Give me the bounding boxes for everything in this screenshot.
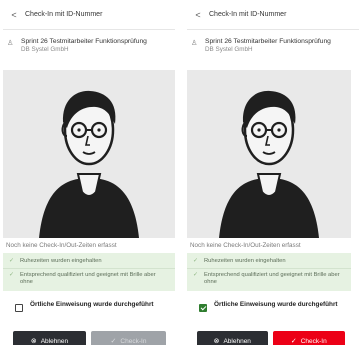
checkmark-icon: ✓ <box>290 338 297 345</box>
checkin-button-label: Check-In <box>120 337 147 345</box>
page-title: Check-In mit ID-Nummer <box>209 11 287 18</box>
checkin-button-label: Check-In <box>300 337 327 345</box>
check-icon: ✓ <box>9 258 15 264</box>
reject-button-label: Ablehnen <box>40 337 69 345</box>
briefing-label: Örtliche Einweisung wurde durchgeführt <box>30 301 154 308</box>
cancel-circle-icon: ⊗ <box>213 338 220 345</box>
back-chevron-icon[interactable]: < <box>187 10 209 20</box>
person-info: ♙ Sprint 26 Testmitarbeiter Funktionsprü… <box>3 30 175 70</box>
check-icon: ✓ <box>193 258 199 264</box>
check-item-label: Entsprechend qualifiziert und geeignet m… <box>20 272 156 285</box>
action-bar: ⊗ Ablehnen ✓ Check-In <box>187 331 351 345</box>
employee-photo <box>187 70 351 238</box>
header-bar: < Check-In mit ID-Nummer <box>187 0 359 30</box>
briefing-confirmation[interactable]: Örtliche Einweisung wurde durchgeführt <box>3 291 175 321</box>
checkin-button[interactable]: ✓ Check-In <box>91 331 166 345</box>
avatar-illustration <box>219 90 319 238</box>
employee-photo <box>3 70 175 238</box>
check-item-label: Ruhezeiten wurden eingehalten <box>20 258 102 264</box>
screen-before: < Check-In mit ID-Nummer ♙ Sprint 26 Tes… <box>3 0 175 345</box>
check-icon: ✓ <box>193 272 199 278</box>
person-company: DB Systel GmbH <box>21 46 69 53</box>
checkmark-icon: ✓ <box>110 338 117 345</box>
reject-button[interactable]: ⊗ Ablehnen <box>197 331 268 345</box>
check-item-label: Entsprechend qualifiziert und geeignet m… <box>204 272 340 285</box>
briefing-checkbox[interactable] <box>15 304 23 312</box>
avatar-illustration <box>39 90 139 238</box>
briefing-label: Örtliche Einweisung wurde durchgeführt <box>214 301 338 308</box>
header-bar: < Check-In mit ID-Nummer <box>3 0 175 30</box>
briefing-checkbox-checked[interactable] <box>199 304 207 312</box>
person-name: Sprint 26 Testmitarbeiter Funktionsprüfu… <box>21 38 147 45</box>
person-info: ♙ Sprint 26 Testmitarbeiter Funktionsprü… <box>187 30 351 70</box>
check-item: ✓ Entsprechend qualifiziert und geeignet… <box>187 268 351 289</box>
check-item: ✓ Ruhezeiten wurden eingehalten <box>3 255 175 268</box>
status-note: Noch keine Check-In/Out-Zeiten erfasst <box>190 242 301 249</box>
employee-card: ♙ Sprint 26 Testmitarbeiter Funktionsprü… <box>187 30 351 345</box>
briefing-confirmation[interactable]: Örtliche Einweisung wurde durchgeführt <box>187 291 351 321</box>
person-icon: ♙ <box>7 40 14 47</box>
page-title: Check-In mit ID-Nummer <box>25 11 103 18</box>
cancel-circle-icon: ⊗ <box>30 338 37 345</box>
person-name: Sprint 26 Testmitarbeiter Funktionsprüfu… <box>205 38 331 45</box>
employee-card: ♙ Sprint 26 Testmitarbeiter Funktionsprü… <box>3 30 175 345</box>
action-bar: ⊗ Ablehnen ✓ Check-In <box>3 331 175 345</box>
check-item: ✓ Entsprechend qualifiziert und geeignet… <box>3 268 175 289</box>
reject-button[interactable]: ⊗ Ablehnen <box>13 331 86 345</box>
person-company: DB Systel GmbH <box>205 46 253 53</box>
check-item: ✓ Ruhezeiten wurden eingehalten <box>187 255 351 268</box>
back-chevron-icon[interactable]: < <box>3 10 25 20</box>
check-item-label: Ruhezeiten wurden eingehalten <box>204 258 286 264</box>
check-icon: ✓ <box>9 272 15 278</box>
reject-button-label: Ablehnen <box>223 337 251 345</box>
checks-list: ✓ Ruhezeiten wurden eingehalten ✓ Entspr… <box>187 253 351 291</box>
checkin-button[interactable]: ✓ Check-In <box>272 331 345 345</box>
person-icon: ♙ <box>191 40 198 47</box>
checks-list: ✓ Ruhezeiten wurden eingehalten ✓ Entspr… <box>3 253 175 291</box>
screen-after: < Check-In mit ID-Nummer ♙ Sprint 26 Tes… <box>187 0 359 345</box>
status-note: Noch keine Check-In/Out-Zeiten erfasst <box>6 242 117 249</box>
